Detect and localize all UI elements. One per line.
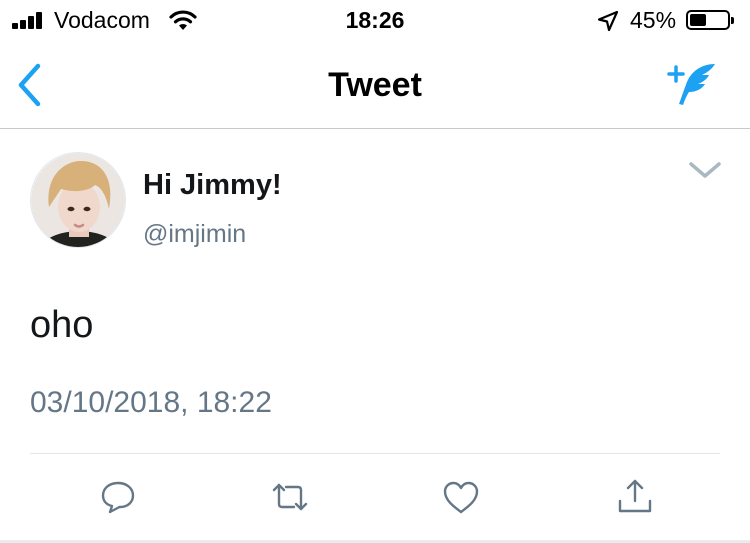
battery-level-fill bbox=[690, 14, 706, 26]
navigation-bar: Tweet bbox=[0, 40, 750, 129]
avatar[interactable] bbox=[30, 152, 126, 248]
status-bar: Vodacom 18:26 45% bbox=[0, 0, 750, 40]
heart-icon bbox=[443, 481, 479, 514]
author-handle[interactable]: @imjimin bbox=[143, 220, 246, 249]
divider bbox=[30, 453, 720, 454]
like-button[interactable] bbox=[439, 477, 483, 517]
author-display-name[interactable]: Hi Jimmy! bbox=[143, 169, 282, 202]
compose-tweet-button[interactable] bbox=[665, 60, 723, 110]
battery-nub bbox=[731, 17, 734, 24]
retweet-button[interactable] bbox=[268, 477, 312, 517]
compose-feather-icon bbox=[667, 64, 715, 105]
page-title: Tweet bbox=[328, 66, 422, 104]
reply-icon bbox=[101, 481, 135, 514]
tweet-text: oho bbox=[30, 304, 94, 346]
share-button[interactable] bbox=[613, 477, 657, 517]
tweet-card: Hi Jimmy! @imjimin oho 03/10/2018, 18:22 bbox=[0, 129, 750, 543]
share-icon bbox=[618, 479, 652, 513]
profile-photo bbox=[31, 153, 125, 247]
retweet-icon bbox=[272, 483, 308, 511]
battery-icon bbox=[686, 10, 734, 30]
tweet-detail-screen: Vodacom 18:26 45% Tweet Hi Jimmy! @imjim… bbox=[0, 0, 750, 543]
location-arrow-icon bbox=[597, 10, 619, 37]
reply-button[interactable] bbox=[96, 477, 140, 517]
tweet-timestamp: 03/10/2018, 18:22 bbox=[30, 386, 272, 419]
more-options-button[interactable] bbox=[686, 158, 724, 182]
chevron-down-icon bbox=[689, 162, 721, 178]
battery-percentage: 45% bbox=[630, 7, 677, 33]
